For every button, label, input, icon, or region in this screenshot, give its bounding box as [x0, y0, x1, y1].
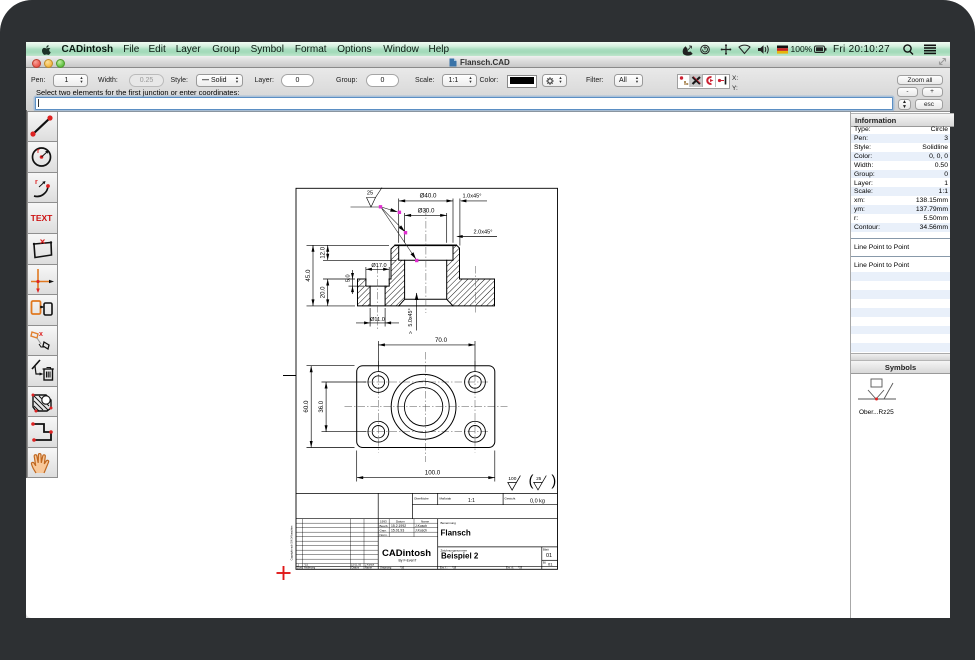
- svg-text:r: r: [35, 179, 38, 186]
- svg-text:(: (: [529, 474, 534, 490]
- svg-text:^16: ^16: [400, 566, 405, 570]
- svg-text:1:1: 1:1: [468, 498, 475, 504]
- svg-text:Blatt: Blatt: [543, 548, 549, 552]
- svg-text:): ): [551, 474, 556, 490]
- svg-text:Zust.: Zust.: [297, 566, 303, 570]
- svg-text:Name: Name: [421, 519, 429, 523]
- svg-text:Ers. d.:: Ers. d.:: [506, 566, 514, 570]
- svg-text:01: 01: [546, 553, 552, 559]
- svg-text:J.Kusch: J.Kusch: [415, 524, 427, 528]
- svg-text:1993: 1993: [380, 519, 387, 523]
- svg-text:0,0 kg: 0,0 kg: [530, 499, 545, 505]
- svg-text:Name: Name: [365, 566, 372, 570]
- svg-text:Datum: Datum: [396, 519, 405, 523]
- svg-text:^19: ^19: [518, 566, 523, 570]
- svg-text:Urspnung:: Urspnung:: [380, 566, 392, 570]
- svg-text:x: x: [39, 331, 43, 338]
- svg-text:By F-EvenT: By F-EvenT: [399, 559, 417, 563]
- svg-text:Gepr.: Gepr.: [380, 528, 388, 532]
- svg-text:J.Kusch: J.Kusch: [415, 528, 427, 532]
- svg-text:Norm.: Norm.: [380, 533, 388, 537]
- svg-text:Änderung: Änderung: [304, 566, 316, 570]
- svg-text:100: 100: [508, 476, 516, 482]
- svg-text:Maßstab: Maßstab: [440, 497, 452, 501]
- svg-text:Bearb.: Bearb.: [380, 524, 389, 528]
- svg-text:15.2.1992: 15.2.1992: [391, 524, 406, 528]
- svg-text:Flansch: Flansch: [441, 529, 471, 538]
- svg-text:CADintosh: CADintosh: [382, 548, 431, 559]
- svg-text:Gewicht: Gewicht: [505, 497, 516, 501]
- svg-text:r: r: [37, 148, 40, 155]
- svg-text:25: 25: [536, 476, 542, 481]
- svg-text:Beispiel 2: Beispiel 2: [441, 552, 479, 561]
- svg-text:^18: ^18: [452, 566, 457, 570]
- svg-text:TEXT: TEXT: [31, 213, 54, 223]
- svg-text:Datum: Datum: [352, 566, 360, 570]
- svg-text:Ers. f.:: Ers. f.:: [440, 566, 448, 570]
- svg-text:Bl.: Bl.: [543, 561, 546, 565]
- svg-text:15.01.93: 15.01.93: [391, 528, 404, 532]
- svg-text:01: 01: [548, 562, 553, 567]
- svg-text:Oberfläche: Oberfläche: [414, 497, 429, 501]
- svg-text:Benennung: Benennung: [441, 521, 457, 525]
- svg-text:Copyright nach DIN 34 beachten: Copyright nach DIN 34 beachten: [291, 525, 294, 560]
